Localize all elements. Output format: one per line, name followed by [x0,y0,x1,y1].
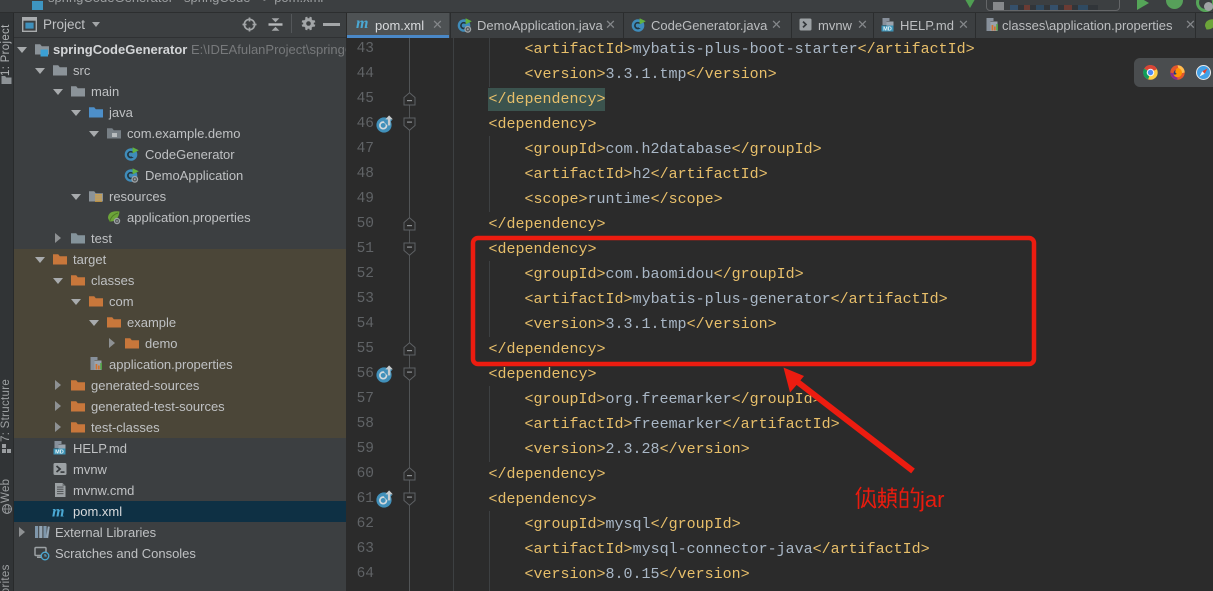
svg-text:jar: jar [919,487,944,512]
